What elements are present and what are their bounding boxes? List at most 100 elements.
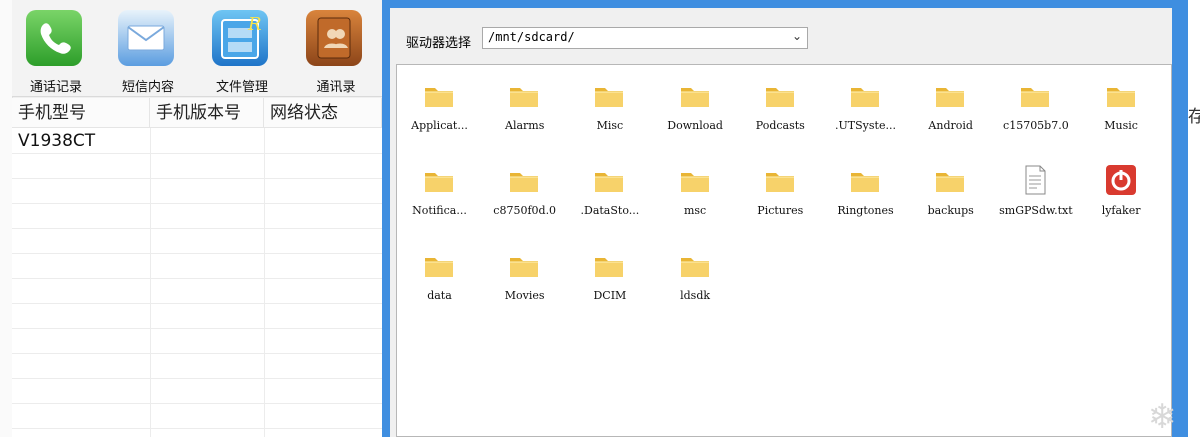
- folder-item[interactable]: Pictures: [738, 162, 823, 232]
- device-table: 手机型号 手机版本号 网络状态 V1938CT: [12, 98, 382, 437]
- file-name-label: Pictures: [757, 204, 804, 217]
- file-name-label: Android: [928, 119, 973, 132]
- folder-item[interactable]: Applicat...: [397, 77, 482, 147]
- folder-icon: [679, 164, 711, 196]
- table-row-model-cell[interactable]: V1938CT: [12, 129, 150, 153]
- row-divider: [12, 403, 382, 404]
- folder-icon: [593, 164, 625, 196]
- toolbar: 通话记录 短信内容 R 文件管理 通讯录: [12, 0, 382, 97]
- folder-icon: [508, 164, 540, 196]
- file-cabinet-icon: R: [212, 10, 268, 66]
- folder-item[interactable]: Misc: [567, 77, 652, 147]
- folder-icon: [593, 249, 625, 281]
- row-divider: [12, 278, 382, 279]
- file-item[interactable]: lyfaker: [1079, 162, 1164, 232]
- toolbar-file-manager-label: 文件管理: [215, 80, 268, 95]
- folder-item[interactable]: .UTSyste...: [823, 77, 908, 147]
- folder-item[interactable]: c8750f0d.0: [482, 162, 567, 232]
- row-divider: [12, 203, 382, 204]
- file-item[interactable]: smGPSdw.txt: [993, 162, 1078, 232]
- folder-item[interactable]: Ringtones: [823, 162, 908, 232]
- row-divider: [12, 428, 382, 429]
- file-list-pane: Applicat... Alarms Misc Download Podcasts .UT…: [396, 64, 1172, 437]
- file-name-label: lyfaker: [1101, 204, 1141, 217]
- toolbar-file-manager-button[interactable]: R 文件管理: [198, 8, 278, 96]
- folder-icon: [508, 79, 540, 111]
- column-header-version[interactable]: 手机版本号: [150, 98, 264, 128]
- folder-icon: [1019, 79, 1051, 111]
- folder-item[interactable]: Alarms: [482, 77, 567, 147]
- file-name-label: data: [427, 289, 452, 302]
- toolbar-contacts-label: 通讯录: [316, 80, 356, 95]
- clipped-column-header: 存: [1188, 107, 1200, 127]
- file-name-label: c15705b7.0: [1003, 119, 1069, 132]
- folder-item[interactable]: Podcasts: [738, 77, 823, 147]
- folder-item[interactable]: backups: [908, 162, 993, 232]
- folder-item[interactable]: Music: [1079, 77, 1164, 147]
- folder-item[interactable]: ldsdk: [653, 247, 738, 317]
- row-divider: [12, 303, 382, 304]
- file-name-label: DCIM: [593, 289, 627, 302]
- file-name-label: c8750f0d.0: [493, 204, 557, 217]
- column-header-model[interactable]: 手机型号: [12, 98, 150, 128]
- toolbar-sms-button[interactable]: 短信内容: [104, 8, 184, 96]
- file-name-label: Download: [667, 119, 723, 132]
- file-name-label: Podcasts: [755, 119, 805, 132]
- folder-icon: [679, 79, 711, 111]
- file-browser-dialog: 驱动器选择 /mnt/sdcard/ ⌄ Applicat... Alarms Mi…: [382, 0, 1188, 437]
- folder-item[interactable]: Android: [908, 77, 993, 147]
- folder-item[interactable]: DCIM: [567, 247, 652, 317]
- file-name-label: ldsdk: [680, 289, 711, 302]
- row-divider: [12, 353, 382, 354]
- folder-item[interactable]: Download: [653, 77, 738, 147]
- row-divider: [12, 378, 382, 379]
- folder-item[interactable]: c15705b7.0: [993, 77, 1078, 147]
- toolbar-call-log-label: 通话记录: [29, 80, 82, 95]
- toolbar-call-log-button[interactable]: 通话记录: [12, 8, 92, 96]
- folder-item[interactable]: data: [397, 247, 482, 317]
- folder-item[interactable]: Notifica...: [397, 162, 482, 232]
- file-name-label: Notifica...: [412, 204, 467, 217]
- row-divider: [12, 228, 382, 229]
- file-name-label: Ringtones: [837, 204, 894, 217]
- drive-select-dropdown[interactable]: /mnt/sdcard/ ⌄: [482, 27, 808, 49]
- folder-item[interactable]: Movies: [482, 247, 567, 317]
- file-name-label: Alarms: [505, 119, 545, 132]
- folder-icon: [679, 249, 711, 281]
- svg-text:R: R: [247, 14, 262, 35]
- folder-icon: [934, 79, 966, 111]
- snowflake-watermark-icon: ❄: [1147, 397, 1177, 437]
- folder-icon: [764, 164, 796, 196]
- dialog-body: 驱动器选择 /mnt/sdcard/ ⌄ Applicat... Alarms Mi…: [390, 8, 1172, 437]
- dialog-title-bar[interactable]: [382, 0, 1188, 8]
- folder-icon: [593, 79, 625, 111]
- row-divider: [12, 328, 382, 329]
- drive-select-label: 驱动器选择: [406, 36, 472, 51]
- folder-icon: [423, 249, 455, 281]
- file-name-label: .DataSto...: [580, 204, 640, 217]
- folder-icon: [423, 79, 455, 111]
- phone-icon: [26, 10, 82, 66]
- toolbar-sms-label: 短信内容: [121, 80, 174, 95]
- drive-select-value: /mnt/sdcard/: [488, 30, 575, 44]
- file-name-label: msc: [683, 204, 707, 217]
- row-divider: [12, 253, 382, 254]
- file-name-label: Misc: [596, 119, 624, 132]
- power-app-icon: [1105, 164, 1137, 196]
- file-name-label: .UTSyste...: [835, 119, 896, 132]
- file-name-label: Applicat...: [411, 119, 468, 132]
- column-divider: [264, 128, 265, 437]
- folder-item[interactable]: msc: [653, 162, 738, 232]
- row-divider: [12, 178, 382, 179]
- folder-icon: [849, 164, 881, 196]
- folder-icon: [934, 164, 966, 196]
- column-header-network[interactable]: 网络状态: [264, 98, 382, 128]
- mail-icon: [118, 10, 174, 66]
- row-divider: [12, 153, 382, 154]
- chevron-down-icon[interactable]: ⌄: [792, 29, 802, 43]
- folder-icon: [849, 79, 881, 111]
- folder-icon: [508, 249, 540, 281]
- folder-icon: [1105, 79, 1137, 111]
- folder-item[interactable]: .DataSto...: [567, 162, 652, 232]
- toolbar-contacts-button[interactable]: 通讯录: [292, 8, 372, 96]
